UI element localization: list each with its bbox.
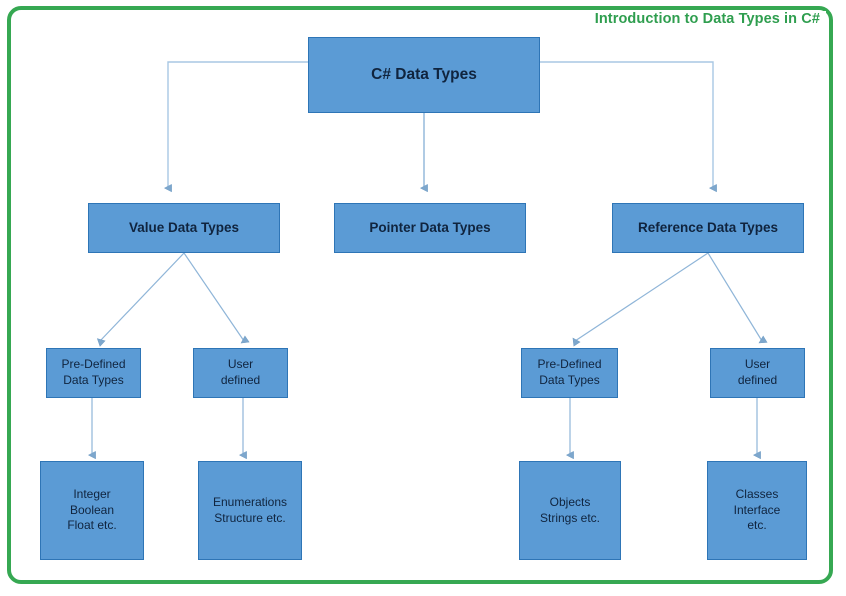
node-reference-userdefined-examples[interactable]: Classes Interface etc. [707,461,807,560]
node-label: Enumerations Structure etc. [212,494,288,525]
node-value-predefined-examples[interactable]: Integer Boolean Float etc. [40,461,144,560]
edge-value-to-predefined [96,252,185,347]
node-value-user-defined[interactable]: User defined [193,348,288,398]
node-label: Objects Strings etc. [539,494,601,525]
edge-reference-to-userdefined [707,252,768,344]
node-value-userdefined-examples[interactable]: Enumerations Structure etc. [198,461,302,560]
node-value-predefined-data-types[interactable]: Pre-Defined Data Types [46,348,141,398]
diagram-canvas: Introduction to Data Types in C# C# Data… [0,0,846,596]
node-csharp-data-types[interactable]: C# Data Types [308,37,540,113]
node-pointer-data-types[interactable]: Pointer Data Types [334,203,526,253]
node-label: C# Data Types [371,65,477,83]
node-value-data-types[interactable]: Value Data Types [88,203,280,253]
node-label: Classes Interface etc. [733,486,781,533]
node-reference-predefined-data-types[interactable]: Pre-Defined Data Types [521,348,618,398]
node-label: Pre-Defined Data Types [537,357,602,387]
node-label: Integer Boolean Float etc. [67,486,117,533]
edge-reference-to-predefined [572,252,709,347]
edge-root-to-reference [540,61,717,193]
edge-root-to-value [163,61,308,193]
node-label: Value Data Types [128,220,240,236]
node-reference-user-defined[interactable]: User defined [710,348,805,398]
node-label: User defined [737,357,778,387]
node-reference-data-types[interactable]: Reference Data Types [612,203,804,253]
edge-value-to-userdefined [183,252,250,344]
node-label: Pointer Data Types [369,220,491,236]
node-label: Reference Data Types [637,220,779,236]
node-label: User defined [220,357,261,387]
node-label: Pre-Defined Data Types [61,357,126,387]
node-reference-predefined-examples[interactable]: Objects Strings etc. [519,461,621,560]
